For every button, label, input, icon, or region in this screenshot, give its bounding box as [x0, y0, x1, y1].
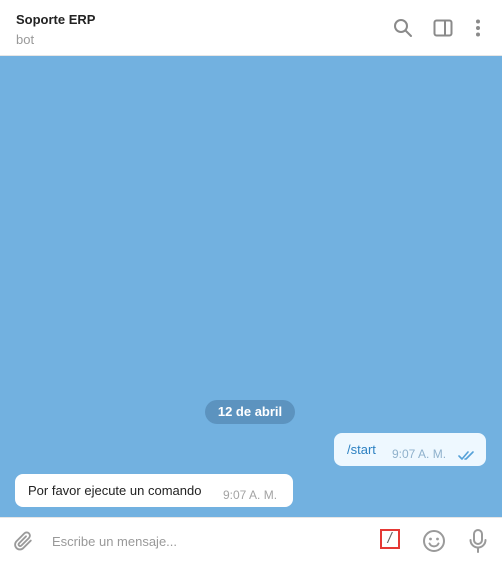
microphone-icon[interactable]	[467, 528, 489, 559]
slash-command-icon[interactable]: /	[380, 529, 400, 549]
more-vertical-icon[interactable]	[468, 18, 488, 38]
message-input[interactable]	[48, 528, 376, 554]
emoji-icon[interactable]	[422, 529, 446, 558]
message-time: 9:07 A. M.	[392, 447, 447, 461]
read-checkmarks-icon	[458, 448, 476, 466]
chat-header: Soporte ERP bot	[0, 0, 502, 56]
message-time: 9:07 A. M.	[223, 488, 278, 502]
date-separator: 12 de abril	[205, 400, 295, 424]
message-bubble-incoming[interactable]: Por favor ejecute un comando 9:07 A. M.	[15, 474, 293, 507]
paperclip-icon[interactable]	[12, 530, 34, 557]
message-bubble-outgoing[interactable]: /start 9:07 A. M.	[334, 433, 486, 466]
message-text[interactable]: Por favor ejecute un comando	[28, 483, 201, 498]
sidebar-toggle-icon[interactable]	[433, 18, 453, 38]
chat-subtitle: bot	[16, 32, 35, 47]
message-text[interactable]: /start	[347, 442, 376, 457]
message-composer: /	[0, 517, 502, 563]
message-list[interactable]: 12 de abril /start 9:07 A. M. Por favor …	[0, 56, 502, 517]
chat-title[interactable]: Soporte ERP	[16, 12, 95, 27]
search-icon[interactable]	[393, 18, 413, 38]
